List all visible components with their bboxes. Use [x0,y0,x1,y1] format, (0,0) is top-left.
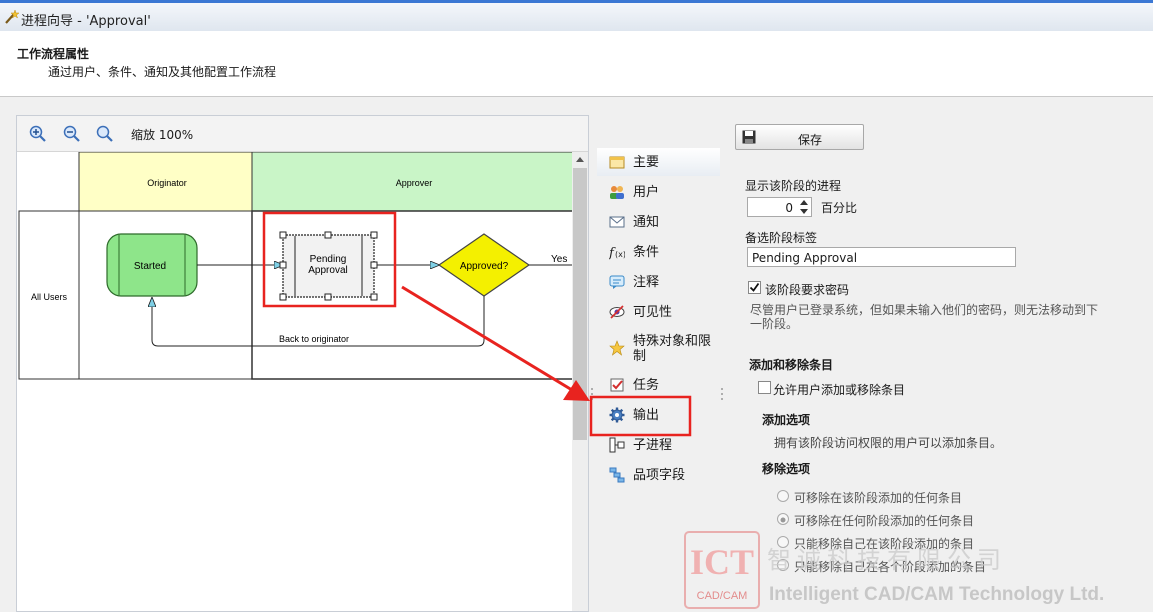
checkmark-icon [749,282,760,292]
stepper-down-icon[interactable] [798,207,810,216]
subprocess-icon [609,437,625,453]
header-title: 工作流程属性 [17,47,90,61]
company-watermark: ICT CAD/CAM 智诚科技有限公司 Intelligent CAD/CAM… [683,530,1153,612]
gear-icon [609,407,625,423]
percent-label: 百分比 [821,201,858,215]
pending-node-label-1: Pending [310,254,347,265]
star-icon [609,340,625,356]
remove-options-heading: 移除选项 [762,462,811,476]
nav-label-visibility: 可见性 [633,305,673,320]
zoom-level-label: 缩放 100% [131,128,194,142]
watermark-company-en: Intelligent CAD/CAM Technology Ltd. [769,584,1104,605]
zoom-in-icon[interactable] [29,125,47,143]
password-note: 尽管用户已登录系统，但如果未输入他们的密码，则无法移动到下一阶段。 [750,303,1099,331]
nav-label-item-fields: 品项字段 [633,468,686,483]
stepper-up-icon[interactable] [798,198,810,207]
function-icon: f (x) [609,246,625,260]
watermark-logo-sub: CAD/CAM [697,590,748,602]
row-all-users-label: All Users [31,292,68,302]
comment-icon [609,275,625,289]
nav-item-users[interactable]: 用户 [597,178,720,206]
nav-item-comments[interactable]: 注释 [597,268,720,296]
nav-label-comments: 注释 [633,275,660,290]
save-button[interactable]: 保存 [735,124,864,150]
nav-label-notification: 通知 [633,215,660,230]
diagram-canvas[interactable]: Originator Approver All Users Started Pe… [17,152,588,611]
nav-label-conditions: 条件 [633,245,660,260]
progress-stepper[interactable]: 0 [747,197,812,217]
remove-option-radio-0[interactable] [777,490,789,502]
lane-approver-label: Approver [396,178,433,188]
pending-node-label-2: Approval [308,265,347,276]
require-password-label: 该阶段要求密码 [765,283,850,297]
nav-item-notification[interactable]: 通知 [597,208,720,236]
title-bar: 进程向导 - 'Approval' [0,0,1153,31]
add-remove-heading: 添加和移除条目 [749,358,834,372]
users-icon [610,186,624,199]
decision-label: Approved? [460,261,509,272]
nav-item-main[interactable]: 主要 [597,148,720,176]
workflow-diagram-panel: 缩放 100% Originator Approver All Users St… [16,115,589,612]
allow-add-remove-label: 允许用户添加或移除条目 [773,383,906,397]
nav-item-special-objects[interactable]: 特殊对象和限制 [597,328,720,368]
stage-settings-nav: 主要 用户 通知 f (x) 条件 注释 可见性 特殊对象和限制 任务 输出 子… [597,148,722,498]
stage-label-input[interactable]: Pending Approval [747,247,1016,267]
stage-label-value: Pending Approval [752,251,858,265]
nav-label-special-objects: 特殊对象和限制 [633,334,712,364]
nav-item-item-fields[interactable]: 品项字段 [597,461,720,489]
floppy-disk-icon [742,130,756,144]
add-options-heading: 添加选项 [762,413,811,427]
zoom-fit-icon[interactable] [96,125,114,143]
main-icon [609,156,625,169]
nav-label-users: 用户 [633,185,660,200]
scrollbar-thumb[interactable] [573,168,587,440]
edge-yes-label: Yes [551,254,567,265]
allow-add-remove-checkbox[interactable] [758,381,771,394]
require-password-checkbox[interactable] [748,281,761,294]
zoom-out-icon[interactable] [63,125,81,143]
fields-icon [609,467,625,483]
wand-icon [5,9,19,24]
mail-icon [609,216,625,228]
add-options-note: 拥有该阶段访问权限的用户可以添加条目。 [774,436,1003,450]
visibility-icon [609,305,625,319]
remove-option-label-1: 可移除在任何阶段添加的任何条目 [794,514,975,528]
lane-originator-label: Originator [147,178,187,188]
svg-text:(x): (x) [615,250,625,259]
progress-value: 0 [785,201,793,215]
progress-label: 显示该阶段的进程 [745,179,842,193]
diagram-vertical-scrollbar[interactable] [572,152,588,611]
nav-label-subprocess: 子进程 [633,438,673,453]
nav-item-output[interactable]: 输出 [597,401,720,429]
edge-back-label: Back to originator [279,334,349,344]
zoom-toolbar: 缩放 100% [17,116,588,152]
remove-option-radio-1[interactable] [777,513,789,525]
nav-item-tasks[interactable]: 任务 [597,371,720,399]
save-button-label: 保存 [798,133,823,147]
wizard-header: 工作流程属性 通过用户、条件、通知及其他配置工作流程 [0,31,1153,97]
nav-label-tasks: 任务 [633,378,660,393]
nav-item-conditions[interactable]: f (x) 条件 [597,238,720,266]
nav-item-visibility[interactable]: 可见性 [597,298,720,326]
task-icon [610,378,624,392]
started-node-label: Started [134,261,166,272]
nav-label-output: 输出 [633,408,660,423]
nav-item-subprocess[interactable]: 子进程 [597,431,720,459]
watermark-company-cn: 智诚科技有限公司 [767,547,1007,574]
watermark-logo-text: ICT [690,542,754,582]
window-title: 进程向导 - 'Approval' [21,14,151,29]
scroll-up-icon[interactable] [574,154,586,166]
nav-label-main: 主要 [633,155,660,170]
stage-label-caption: 备选阶段标签 [745,231,818,245]
splitter-grip[interactable] [589,385,595,405]
remove-option-label-0: 可移除在该阶段添加的任何条目 [794,491,963,505]
radio-dot-icon [780,517,786,523]
header-subtitle: 通过用户、条件、通知及其他配置工作流程 [48,65,277,79]
